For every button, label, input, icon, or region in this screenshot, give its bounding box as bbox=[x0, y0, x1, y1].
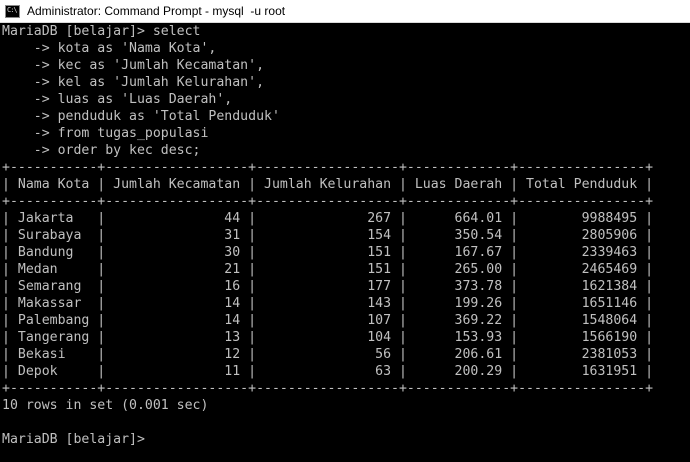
table-row: | Depok | 11 | 63 | 200.29 | 1631951 | bbox=[2, 364, 654, 379]
prompt-line[interactable]: MariaDB [belajar]> bbox=[2, 431, 688, 448]
window-titlebar[interactable]: C:\ Administrator: Command Prompt - mysq… bbox=[0, 0, 690, 23]
query-continuation-line: -> kec as 'Jumlah Kecamatan', bbox=[2, 58, 265, 73]
table-border: +-----------+------------------+--------… bbox=[2, 160, 654, 175]
table-row: | Bekasi | 12 | 56 | 206.61 | 2381053 | bbox=[2, 347, 654, 362]
table-row: | Jakarta | 44 | 267 | 664.01 | 9988495 … bbox=[2, 211, 654, 226]
query-continuation-line: -> luas as 'Luas Daerah', bbox=[2, 92, 233, 107]
table-row: | Medan | 21 | 151 | 265.00 | 2465469 | bbox=[2, 262, 654, 277]
table-border: +-----------+------------------+--------… bbox=[2, 381, 654, 396]
table-row: | Palembang | 14 | 107 | 369.22 | 154806… bbox=[2, 313, 654, 328]
table-row: | Makassar | 14 | 143 | 199.26 | 1651146… bbox=[2, 296, 654, 311]
query-continuation-line: -> order by kec desc; bbox=[2, 143, 201, 158]
command-prompt-icon: C:\ bbox=[5, 4, 20, 18]
table-border: +-----------+------------------+--------… bbox=[2, 194, 654, 209]
console-output[interactable]: MariaDB [belajar]> select -> kota as 'Na… bbox=[2, 23, 688, 460]
prompt-line: MariaDB [belajar]> select bbox=[2, 24, 201, 39]
table-row: | Semarang | 16 | 177 | 373.78 | 1621384… bbox=[2, 279, 654, 294]
blank-line bbox=[2, 414, 688, 431]
query-continuation-line: -> kel as 'Jumlah Kelurahan', bbox=[2, 75, 265, 90]
window-title: Administrator: Command Prompt - mysql -u… bbox=[27, 4, 286, 18]
table-row: | Bandung | 30 | 151 | 167.67 | 2339463 … bbox=[2, 245, 654, 260]
table-row: | Tangerang | 13 | 104 | 153.93 | 156619… bbox=[2, 330, 654, 345]
result-summary: 10 rows in set (0.001 sec) bbox=[2, 398, 209, 413]
table-header-row: | Nama Kota | Jumlah Kecamatan | Jumlah … bbox=[2, 177, 654, 192]
table-row: | Surabaya | 31 | 154 | 350.54 | 2805906… bbox=[2, 228, 654, 243]
query-continuation-line: -> penduduk as 'Total Penduduk' bbox=[2, 109, 280, 124]
query-continuation-line: -> kota as 'Nama Kota', bbox=[2, 41, 217, 56]
query-continuation-line: -> from tugas_populasi bbox=[2, 126, 209, 141]
